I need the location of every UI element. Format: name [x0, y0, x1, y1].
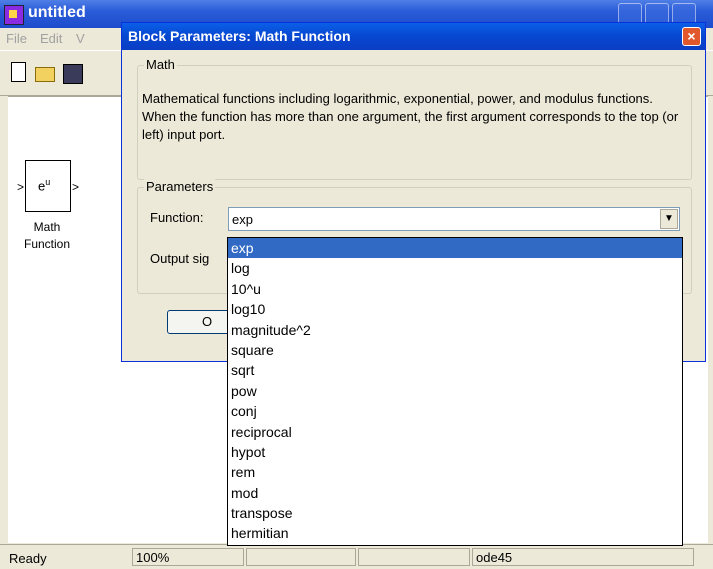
math-group-label: Math	[144, 57, 177, 72]
dropdown-option-exp[interactable]: exp	[228, 238, 682, 259]
output-signal-label: Output sig	[150, 251, 210, 266]
menu-file[interactable]: File	[6, 31, 27, 46]
status-cell-empty-2	[358, 548, 470, 566]
new-document-icon[interactable]	[6, 59, 32, 85]
function-select[interactable]: exp ▼	[228, 207, 680, 231]
dropdown-option-hermitian[interactable]: hermitian	[228, 523, 682, 543]
dropdown-option-pow[interactable]: pow	[228, 381, 682, 401]
dropdown-option-mod[interactable]: mod	[228, 483, 682, 503]
dialog-title: Block Parameters: Math Function	[128, 28, 351, 44]
dropdown-option-magnitude2[interactable]: magnitude^2	[228, 320, 682, 340]
function-dropdown-list: exp log 10^u log10 magnitude^2 square sq…	[227, 237, 683, 546]
close-icon[interactable]: ×	[682, 27, 701, 46]
math-function-block[interactable]: > eu >	[17, 160, 79, 212]
function-select-value: exp	[232, 212, 253, 227]
dropdown-option-transpose[interactable]: transpose	[228, 503, 682, 523]
save-icon[interactable]	[60, 59, 86, 85]
parameters-group-label: Parameters	[144, 179, 216, 194]
block-caption[interactable]: Math Function	[10, 219, 84, 253]
status-zoom: 100%	[132, 548, 244, 566]
status-cell-empty	[246, 548, 356, 566]
dropdown-option-conj[interactable]: conj	[228, 401, 682, 421]
input-port-icon: >	[17, 180, 25, 194]
dropdown-option-sqrt[interactable]: sqrt	[228, 360, 682, 380]
menu-edit[interactable]: Edit	[40, 31, 62, 46]
menu-view[interactable]: V	[76, 31, 85, 46]
block-caption-line1: Math	[33, 220, 61, 234]
math-groupbox: Math Mathematical functions including lo…	[137, 57, 692, 180]
status-solver: ode45	[472, 548, 694, 566]
block-icon-label: eu	[38, 177, 51, 194]
open-folder-icon[interactable]	[32, 59, 58, 85]
dropdown-option-log10[interactable]: log10	[228, 299, 682, 319]
function-label: Function:	[150, 210, 204, 225]
output-port-icon: >	[71, 180, 79, 194]
dropdown-option-reciprocal[interactable]: reciprocal	[228, 422, 682, 442]
dropdown-option-rem[interactable]: rem	[228, 462, 682, 482]
dialog-titlebar[interactable]: Block Parameters: Math Function ×	[122, 23, 705, 50]
status-ready: Ready	[9, 551, 47, 566]
dropdown-option-log[interactable]: log	[228, 258, 682, 278]
block-caption-line2: Function	[23, 237, 71, 251]
simulink-icon	[4, 5, 24, 25]
dropdown-option-10u[interactable]: 10^u	[228, 279, 682, 299]
model-title: untitled	[28, 4, 86, 21]
chevron-down-icon[interactable]: ▼	[660, 209, 678, 229]
math-description: Mathematical functions including logarit…	[142, 91, 679, 142]
dropdown-option-square[interactable]: square	[228, 340, 682, 360]
statusbar: Ready 100% ode45	[0, 544, 713, 569]
dropdown-option-hypot[interactable]: hypot	[228, 442, 682, 462]
